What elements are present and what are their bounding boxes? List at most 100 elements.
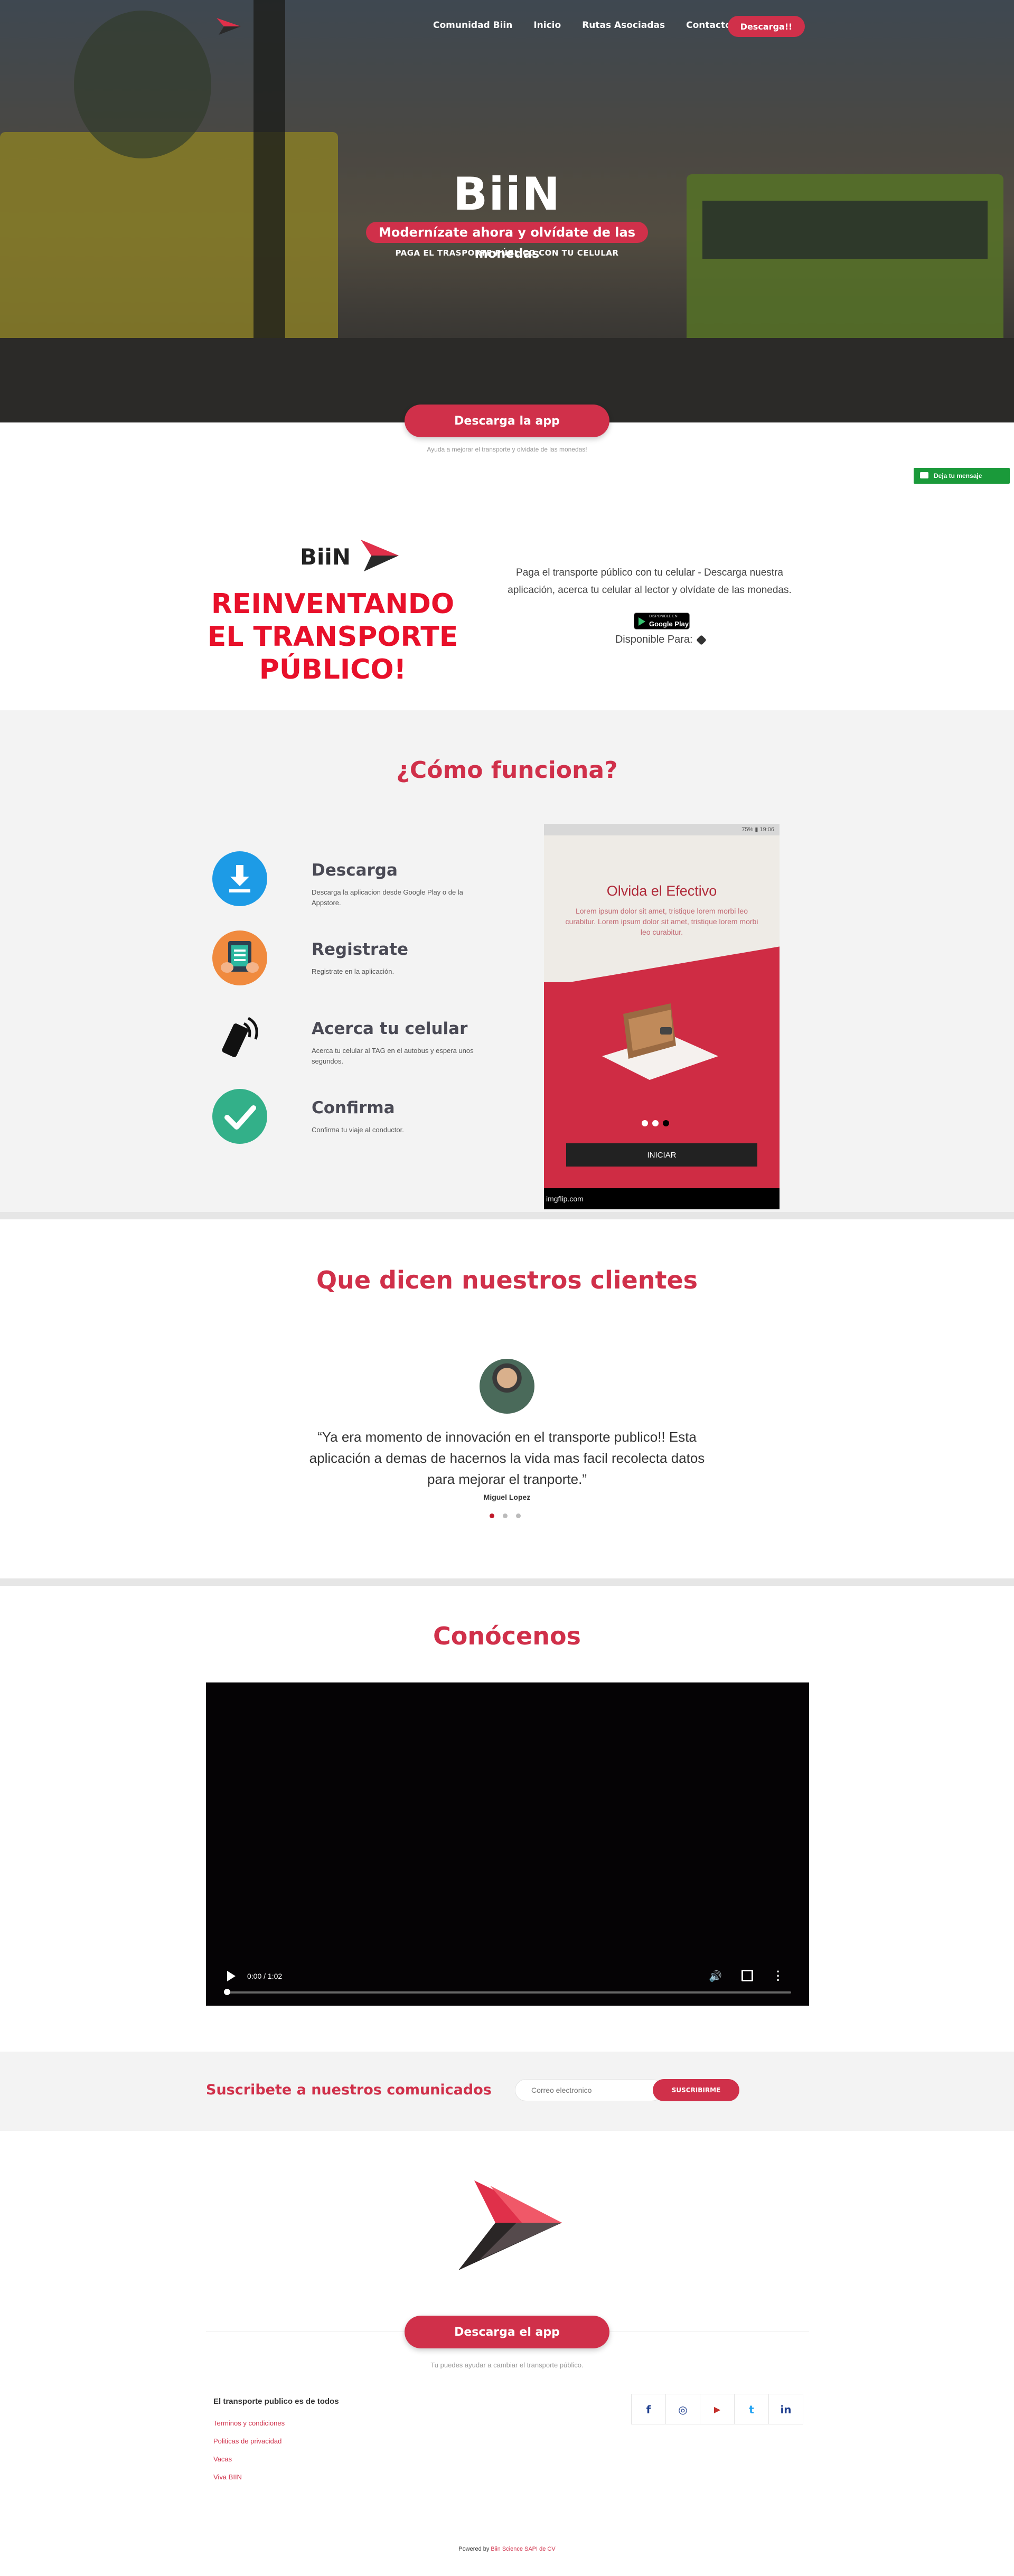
avatar [480, 1359, 534, 1414]
step-title: Confirma [312, 1098, 395, 1117]
how-title: ¿Cómo funciona? [396, 757, 618, 784]
hero-subtitle: PAGA EL TRASPORTE PÚBLICO CON TU CELULAR [395, 248, 619, 258]
footer: Descarga el app Tu puedes ayudar a cambi… [0, 2131, 1014, 2566]
powered-by: Powered by Biin Science SAPI de CV [0, 2546, 1014, 2552]
testimonial-author: Miguel Lopez [483, 1493, 531, 1501]
download-note: Ayuda a mejorar el transporte y olvidate… [427, 446, 587, 453]
footer-link-terms[interactable]: Terminos y condiciones [213, 2419, 285, 2427]
leave-message-tab[interactable]: Deja tu mensaje [914, 468, 1010, 484]
footer-link-viva-biin[interactable]: Viva BIIN [213, 2473, 285, 2481]
step-description: Confirma tu viaje al conductor. [312, 1126, 404, 1134]
google-play-badge[interactable]: DISPONIBLE EN Google Play [634, 613, 690, 629]
download-icon [212, 851, 267, 906]
available-for: Disponible Para: [528, 634, 792, 646]
social-links: f ◎ ▶ t in [631, 2394, 803, 2424]
hero-title: BiiN [453, 168, 561, 221]
phone-pager [642, 1120, 684, 1127]
tap-phone-icon [222, 1017, 258, 1057]
available-label: Disponible Para: [615, 634, 693, 645]
video-player[interactable]: 0:00 / 1:02 🔊 · · · [206, 1682, 809, 2006]
google-play-name: Google Play [649, 620, 689, 628]
step-tap-phone: Acerca tu celular Acerca tu celular al T… [211, 1009, 507, 1077]
nav-download-button[interactable]: Descarga!! [728, 16, 805, 37]
twitter-icon[interactable]: t [734, 2394, 769, 2424]
step-confirm: Confirma Confirma tu viaje al conductor. [211, 1088, 507, 1157]
testimonial-pager [490, 1511, 532, 1521]
subscribe-button[interactable]: SUSCRIBIRME [653, 2079, 739, 2101]
intro-section: BiiN REINVENTANDO EL TRANSPORTE PÚBLICO!… [0, 491, 1014, 710]
footer-note: Tu puedes ayudar a cambiar el transporte… [430, 2361, 584, 2369]
footer-link-privacy[interactable]: Politicas de privacidad [213, 2437, 285, 2445]
step-register: Registrate Registrate en la aplicación. [211, 929, 507, 998]
step-description: Descarga la aplicacion desde Google Play… [312, 888, 463, 907]
section-divider [0, 1578, 1014, 1586]
nav-links: Comunidad Biin Inicio Rutas Asociadas Co… [433, 20, 731, 31]
about-section: Conócenos 0:00 / 1:02 🔊 · · · [0, 1586, 1014, 2052]
biin-arrow-icon [361, 540, 399, 571]
phone-start-button: INICIAR [566, 1143, 757, 1167]
fullscreen-icon[interactable] [741, 1970, 753, 1981]
imgflip-watermark: imgflip.com [546, 1195, 584, 1203]
phone-mockup: 75% ▮ 19:06 Olvida el Efectivo Lorem ips… [544, 824, 780, 1209]
linkedin-icon[interactable]: in [768, 2394, 803, 2424]
hero-badge: Modernízate ahora y olvídate de las mone… [366, 222, 648, 261]
carousel-dot[interactable] [503, 1513, 508, 1518]
biin-logo-icon[interactable] [217, 16, 241, 36]
step-title: Registrate [312, 940, 409, 959]
footer-download-button[interactable]: Descarga el app [405, 2316, 609, 2348]
android-icon [696, 634, 707, 645]
youtube-icon[interactable]: ▶ [700, 2394, 735, 2424]
how-it-works-section: ¿Cómo funciona? Descarga Descarga la apl… [0, 710, 1014, 1212]
nav-link-comunidad[interactable]: Comunidad Biin [433, 20, 512, 31]
newsletter-label: Suscribete a nuestros comunicados [206, 2082, 492, 2098]
video-scrubber[interactable] [224, 1989, 230, 1995]
instagram-icon[interactable]: ◎ [665, 2394, 700, 2424]
phone-body-text: Lorem ipsum dolor sit amet, tristique lo… [565, 907, 758, 936]
biin-arrow-logo-icon [458, 2180, 562, 2270]
footer-headline: El transporte publico es de todos [213, 2397, 339, 2406]
step-title: Acerca tu celular [312, 1019, 468, 1038]
phone-red-diagonal [544, 945, 780, 988]
intro-description: Paga el transporte público con tu celula… [508, 567, 792, 596]
section-divider [0, 1212, 1014, 1219]
download-bar: Descarga la app Ayuda a mejorar el trans… [0, 405, 1014, 491]
top-nav: Comunidad Biin Inicio Rutas Asociadas Co… [0, 0, 1014, 53]
phone-pager-dot [642, 1120, 648, 1126]
more-options-icon[interactable]: · · · [776, 1966, 780, 1986]
google-play-icon [639, 617, 645, 626]
intro-headline: REINVENTANDO EL TRANSPORTE PÚBLICO! [207, 588, 458, 685]
phone-status-bar: 75% ▮ 19:06 [544, 824, 780, 835]
register-icon [212, 930, 267, 985]
hero-section: Comunidad Biin Inicio Rutas Asociadas Co… [0, 0, 1014, 422]
step-title: Descarga [312, 861, 398, 880]
email-field[interactable] [515, 2079, 663, 2101]
phone-pager-dot-active [663, 1120, 669, 1126]
powered-brand-link[interactable]: Biin Science SAPI de CV [491, 2546, 555, 2552]
about-title: Conócenos [433, 1622, 581, 1650]
phone-nav-bar: imgflip.com [544, 1188, 780, 1209]
carousel-dot-active[interactable] [490, 1513, 494, 1518]
testimonial-quote: “Ya era momento de innovación en el tran… [309, 1429, 705, 1487]
intro-logo-text: BiiN [300, 544, 351, 570]
nav-link-contacto[interactable]: Contacto [686, 20, 731, 31]
wallet-icon [602, 1003, 718, 1080]
powered-prefix: Powered by [458, 2546, 490, 2552]
footer-link-vacas[interactable]: Vacas [213, 2455, 285, 2463]
download-app-button[interactable]: Descarga la app [405, 405, 609, 437]
carousel-dot[interactable] [516, 1513, 521, 1518]
nav-link-rutas[interactable]: Rutas Asociadas [582, 20, 665, 31]
testimonials-section: Que dicen nuestros clientes “Ya era mome… [0, 1219, 1014, 1578]
phone-heading: Olvida el Efectivo [606, 883, 717, 899]
nav-link-inicio[interactable]: Inicio [533, 20, 561, 31]
check-icon [212, 1089, 267, 1144]
leave-message-label: Deja tu mensaje [934, 472, 982, 480]
step-download: Descarga Descarga la aplicacion desde Go… [211, 850, 507, 919]
step-description: Acerca tu celular al TAG en el autobus y… [312, 1047, 474, 1065]
volume-icon[interactable]: 🔊 [709, 1970, 722, 1982]
footer-links: Terminos y condiciones Politicas de priv… [213, 2419, 285, 2491]
play-icon[interactable] [227, 1971, 236, 1981]
testimonials-title: Que dicen nuestros clientes [316, 1266, 698, 1294]
video-progress-bar[interactable] [224, 1991, 791, 1994]
google-play-small-label: DISPONIBLE EN [649, 615, 678, 618]
facebook-icon[interactable]: f [631, 2394, 666, 2424]
